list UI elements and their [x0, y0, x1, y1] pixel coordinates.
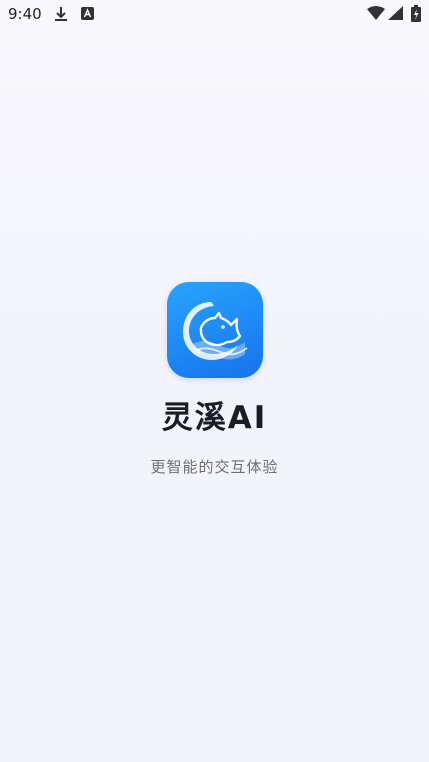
- signal-icon: [388, 6, 403, 20]
- status-time: 9:40: [8, 5, 42, 23]
- battery-icon: [411, 5, 421, 22]
- app-name: 灵溪AI: [161, 400, 268, 436]
- wifi-icon: [367, 6, 385, 20]
- status-bar: 9:40: [0, 0, 429, 30]
- download-icon: [55, 7, 67, 21]
- a-icon: [81, 7, 94, 20]
- rhino-logo-icon: [183, 302, 248, 360]
- app-icon: [167, 282, 263, 378]
- app-tagline: 更智能的交互体验: [150, 458, 279, 476]
